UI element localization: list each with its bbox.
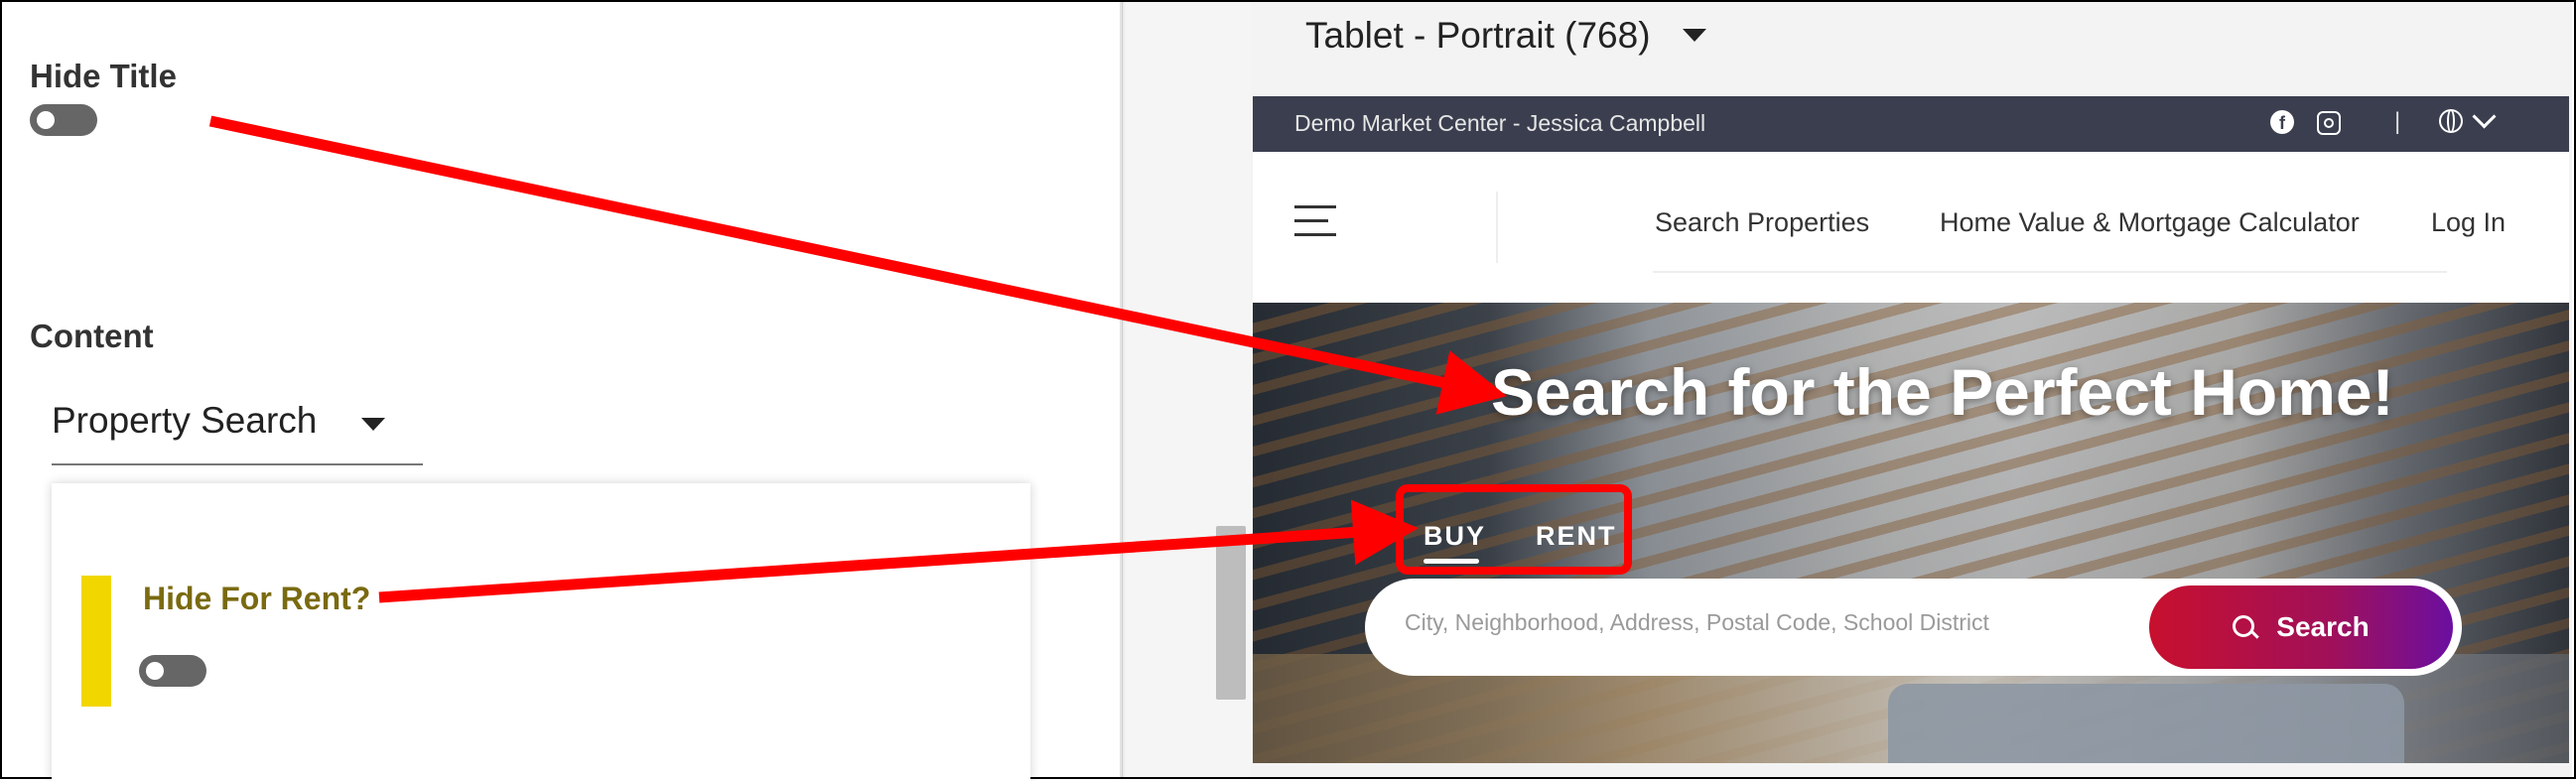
top-bar: Demo Market Center - Jessica Campbell f … — [1253, 96, 2569, 152]
nav-divider — [1496, 192, 1498, 263]
hero-title: Search for the Perfect Home! — [1491, 355, 2394, 429]
editor-panel: Hide Title Content Property Search Hide … — [2, 2, 1122, 781]
device-preview: Demo Market Center - Jessica Campbell f … — [1253, 96, 2569, 763]
globe-icon[interactable] — [2439, 109, 2463, 133]
instagram-icon[interactable] — [2317, 111, 2341, 135]
nav-underline — [1653, 271, 2447, 273]
caret-down-icon — [1682, 29, 1706, 42]
nav-calculator[interactable]: Home Value & Mortgage Calculator — [1940, 207, 2360, 238]
hide-title-label: Hide Title — [30, 58, 177, 94]
nav-bar: Search Properties Home Value & Mortgage … — [1253, 152, 2569, 303]
hide-title-toggle[interactable] — [30, 104, 97, 136]
hide-for-rent-card: Hide For Rent? — [52, 483, 1030, 781]
scrollbar-thumb[interactable] — [1216, 526, 1246, 700]
search-button[interactable]: Search — [2149, 586, 2453, 669]
agent-name: Demo Market Center - Jessica Campbell — [1294, 110, 1706, 136]
caret-down-icon — [361, 418, 385, 431]
content-select-value: Property Search — [52, 400, 318, 441]
chevron-down-icon[interactable] — [2472, 104, 2497, 129]
hide-for-rent-label: Hide For Rent? — [143, 581, 371, 616]
hero-banner: Search for the Perfect Home! BUY RENT Se… — [1253, 303, 2569, 763]
facebook-icon[interactable]: f — [2270, 110, 2294, 134]
search-box: Search — [1365, 579, 2462, 676]
search-icon — [2233, 614, 2255, 637]
hamburger-icon[interactable] — [1294, 205, 1336, 247]
content-select[interactable]: Property Search — [52, 384, 423, 465]
separator: | — [2394, 108, 2401, 135]
tab-buy-underline — [1424, 559, 1479, 564]
search-button-label: Search — [2276, 611, 2370, 642]
content-label: Content — [30, 318, 154, 354]
device-selector[interactable]: Tablet - Portrait (768) — [1305, 15, 1706, 57]
tab-buy[interactable]: BUY — [1424, 521, 1486, 552]
hero-sofa — [1888, 684, 2404, 763]
tab-rent[interactable]: RENT — [1536, 521, 1617, 552]
search-input[interactable] — [1405, 609, 2060, 636]
highlight-bar — [81, 576, 111, 707]
device-label: Tablet - Portrait (768) — [1305, 15, 1651, 56]
hide-for-rent-toggle[interactable] — [139, 655, 206, 687]
panel-shadow — [1120, 2, 1126, 777]
nav-search-properties[interactable]: Search Properties — [1655, 207, 1869, 238]
nav-login[interactable]: Log In — [2431, 207, 2506, 238]
